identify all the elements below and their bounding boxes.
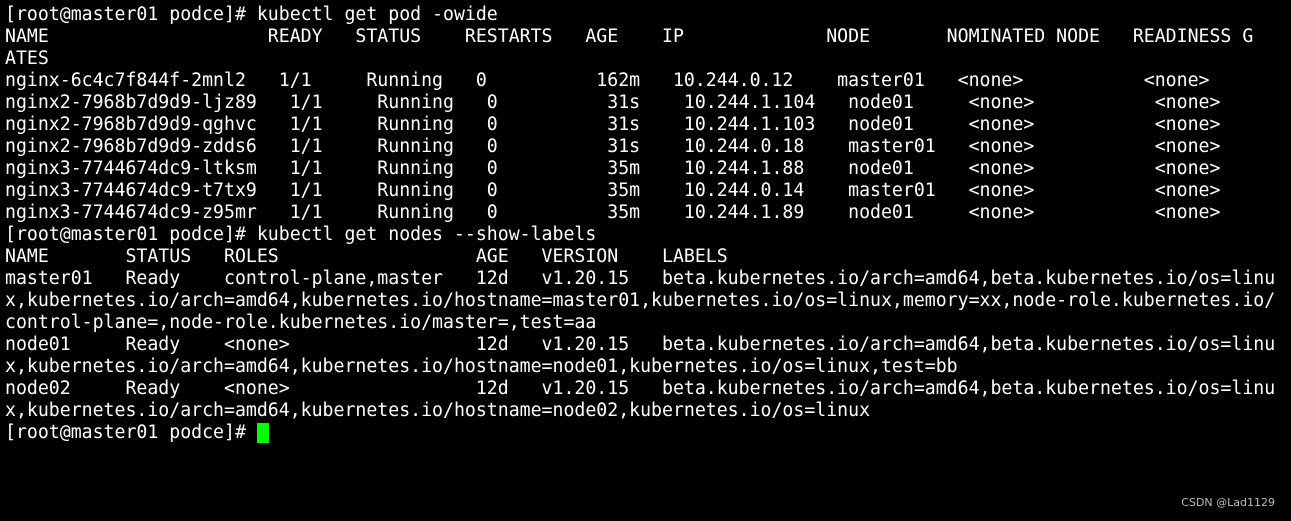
pod-table-row: nginx3-7744674dc9-ltksm 1/1 Running 0 35… <box>5 158 1221 179</box>
node-table-row: master01 Ready control-plane,master 12d … <box>5 268 1276 289</box>
terminal-line-command-get-nodes: [root@master01 podce]# kubectl get nodes… <box>5 224 597 245</box>
node-table-row-wrap: x,kubernetes.io/arch=amd64,kubernetes.io… <box>5 290 1276 311</box>
node-table-header: NAME STATUS ROLES AGE VERSION LABELS <box>5 246 728 267</box>
pod-table-row: nginx2-7968b7d9d9-qghvc 1/1 Running 0 31… <box>5 114 1221 135</box>
pod-table-header: NAME READY STATUS RESTARTS AGE IP NODE N… <box>5 26 1254 47</box>
terminal-line-command-get-pod: [root@master01 podce]# kubectl get pod -… <box>5 4 498 25</box>
cursor-block <box>256 423 269 443</box>
node-table-row-wrap: control-plane=,node-role.kubernetes.io/m… <box>5 312 597 333</box>
pod-table-row: nginx2-7968b7d9d9-zdds6 1/1 Running 0 31… <box>5 136 1221 157</box>
pod-table-row: nginx3-7744674dc9-z95mr 1/1 Running 0 35… <box>5 202 1221 223</box>
node-table-row-wrap: x,kubernetes.io/arch=amd64,kubernetes.io… <box>5 400 871 421</box>
shell-prompt: [root@master01 podce]# <box>5 422 257 443</box>
pod-table-header-wrap: ATES <box>5 48 49 69</box>
node-table-row: node01 Ready <none> 12d v1.20.15 beta.ku… <box>5 334 1276 355</box>
watermark: CSDN @Lad1129 <box>1181 496 1275 509</box>
node-table-row-wrap: x,kubernetes.io/arch=amd64,kubernetes.io… <box>5 356 958 377</box>
terminal-output[interactable]: [root@master01 podce]# kubectl get pod -… <box>5 4 1287 444</box>
pod-table-row: nginx2-7968b7d9d9-ljz89 1/1 Running 0 31… <box>5 92 1221 113</box>
pod-table-row: nginx3-7744674dc9-t7tx9 1/1 Running 0 35… <box>5 180 1221 201</box>
terminal-prompt-line[interactable]: [root@master01 podce]# <box>5 422 1287 444</box>
node-table-row: node02 Ready <none> 12d v1.20.15 beta.ku… <box>5 378 1276 399</box>
pod-table-row: nginx-6c4c7f844f-2mnl2 1/1 Running 0 162… <box>5 70 1210 91</box>
